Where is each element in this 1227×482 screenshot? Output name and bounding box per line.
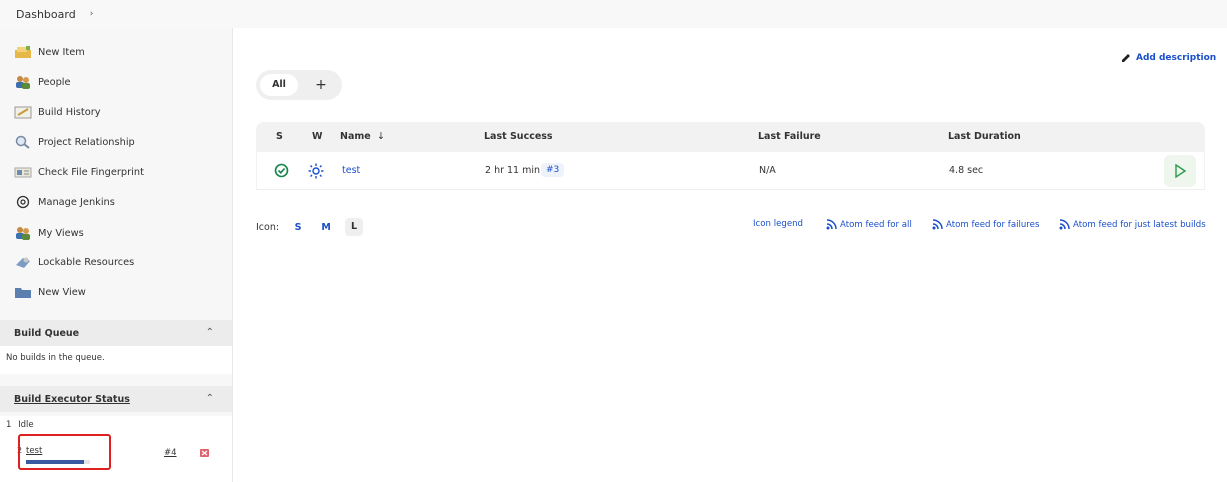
icon-size-l[interactable]: L [345, 218, 364, 236]
last-success-value: 2 hr 11 min [485, 165, 541, 176]
add-description-label: Add description [1136, 53, 1217, 63]
header-status[interactable]: S [276, 131, 283, 142]
sidebar-item-new-item[interactable]: New Item [14, 43, 85, 61]
chevron-up-icon[interactable]: ⌃ [206, 393, 214, 404]
atom-feed-latest-label: Atom feed for just latest builds [1073, 219, 1206, 230]
header-last-success[interactable]: Last Success [484, 131, 553, 142]
executor-status: Idle [18, 420, 34, 430]
add-view-tab[interactable]: + [310, 74, 332, 96]
chevron-up-icon[interactable]: ⌃ [206, 327, 214, 338]
fingerprint-icon [14, 165, 32, 179]
rss-icon [1059, 219, 1070, 230]
resources-icon [14, 255, 32, 269]
sidebar-item-project-relationship[interactable]: Project Relationship [14, 133, 135, 151]
build-history-icon [14, 105, 32, 119]
highlight-box [18, 434, 111, 470]
icon-size-m[interactable]: M [317, 222, 335, 233]
new-item-icon [14, 45, 32, 59]
view-tabs: All + [256, 70, 342, 100]
atom-feed-failures-label: Atom feed for failures [946, 219, 1040, 230]
sidebar-item-label: Manage Jenkins [38, 196, 115, 208]
sidebar-item-label: Lockable Resources [38, 256, 135, 268]
build-queue-body: No builds in the queue. [0, 346, 232, 374]
icon-size-selector: Icon: S M L [256, 218, 364, 236]
gear-icon [14, 195, 32, 209]
tab-all[interactable]: All [260, 74, 298, 96]
icon-legend-link[interactable]: Icon legend [753, 219, 803, 229]
magnifier-icon [14, 135, 32, 149]
sidebar-item-people[interactable]: People [14, 73, 71, 91]
run-build-button[interactable] [1164, 155, 1196, 187]
atom-feed-all-link[interactable]: Atom feed for all [826, 219, 912, 230]
breadcrumb-chevron-icon[interactable]: › [90, 9, 94, 19]
sidebar-item-label: New View [38, 286, 86, 298]
executor-build-link[interactable]: #4 [164, 448, 177, 458]
sidebar: New Item People Build History Project Re… [0, 28, 233, 482]
sidebar-item-build-history[interactable]: Build History [14, 103, 101, 121]
header-last-failure[interactable]: Last Failure [758, 131, 821, 142]
table-row: test 2 hr 11 min #3 N/A 4.8 sec [256, 152, 1205, 190]
weather-sunny-icon [308, 163, 324, 182]
executor-number: 1 [6, 420, 12, 430]
header-name-label: Name [340, 131, 371, 142]
atom-feed-latest-link[interactable]: Atom feed for just latest builds [1059, 219, 1206, 230]
job-name-link[interactable]: test [342, 165, 360, 176]
last-failure-value: N/A [759, 165, 776, 176]
atom-feed-all-label: Atom feed for all [840, 219, 912, 230]
build-queue-header[interactable]: Build Queue ⌃ [0, 320, 232, 346]
atom-feed-failures-link[interactable]: Atom feed for failures [932, 219, 1039, 230]
jobs-table-header: S W Name ↓ Last Success Last Failure Las… [256, 122, 1205, 152]
success-status-icon [274, 163, 289, 181]
sort-arrow-icon: ↓ [377, 131, 385, 142]
pencil-icon [1122, 54, 1130, 62]
executor-row-1: 1 Idle [6, 420, 34, 430]
add-description-button[interactable]: Add description [1120, 52, 1216, 64]
build-queue-empty-text: No builds in the queue. [6, 353, 105, 363]
sidebar-item-my-views[interactable]: My Views [14, 224, 84, 242]
header-last-duration[interactable]: Last Duration [948, 131, 1021, 142]
sidebar-item-lockable-resources[interactable]: Lockable Resources [14, 253, 134, 271]
sidebar-item-label: People [38, 76, 71, 88]
sidebar-item-label: Check File Fingerprint [38, 166, 144, 178]
people-icon [14, 226, 32, 240]
executor-status-title[interactable]: Build Executor Status [14, 394, 130, 405]
play-icon [1175, 163, 1187, 179]
rss-icon [826, 219, 837, 230]
executor-status-header[interactable]: Build Executor Status ⌃ [0, 386, 232, 412]
folder-icon [14, 285, 32, 299]
stop-build-icon[interactable] [200, 449, 209, 457]
last-duration-value: 4.8 sec [949, 165, 984, 176]
icon-size-label: Icon: [256, 221, 280, 233]
header-name[interactable]: Name ↓ [340, 131, 385, 142]
sidebar-item-label: Project Relationship [38, 136, 135, 148]
sidebar-item-new-view[interactable]: New View [14, 283, 86, 301]
sidebar-item-label: My Views [38, 227, 84, 239]
last-success-build-link[interactable]: #3 [541, 163, 565, 177]
breadcrumb: Dashboard › [0, 0, 1227, 28]
sidebar-item-label: New Item [38, 46, 85, 58]
icon-size-s[interactable]: S [289, 222, 307, 233]
sidebar-item-check-file-fingerprint[interactable]: Check File Fingerprint [14, 163, 144, 181]
sidebar-item-manage-jenkins[interactable]: Manage Jenkins [14, 193, 115, 211]
sidebar-item-label: Build History [38, 106, 101, 118]
header-weather[interactable]: W [312, 131, 322, 142]
people-icon [14, 75, 32, 89]
rss-icon [932, 219, 943, 230]
build-queue-title: Build Queue [14, 327, 80, 339]
breadcrumb-dashboard[interactable]: Dashboard [16, 8, 76, 21]
